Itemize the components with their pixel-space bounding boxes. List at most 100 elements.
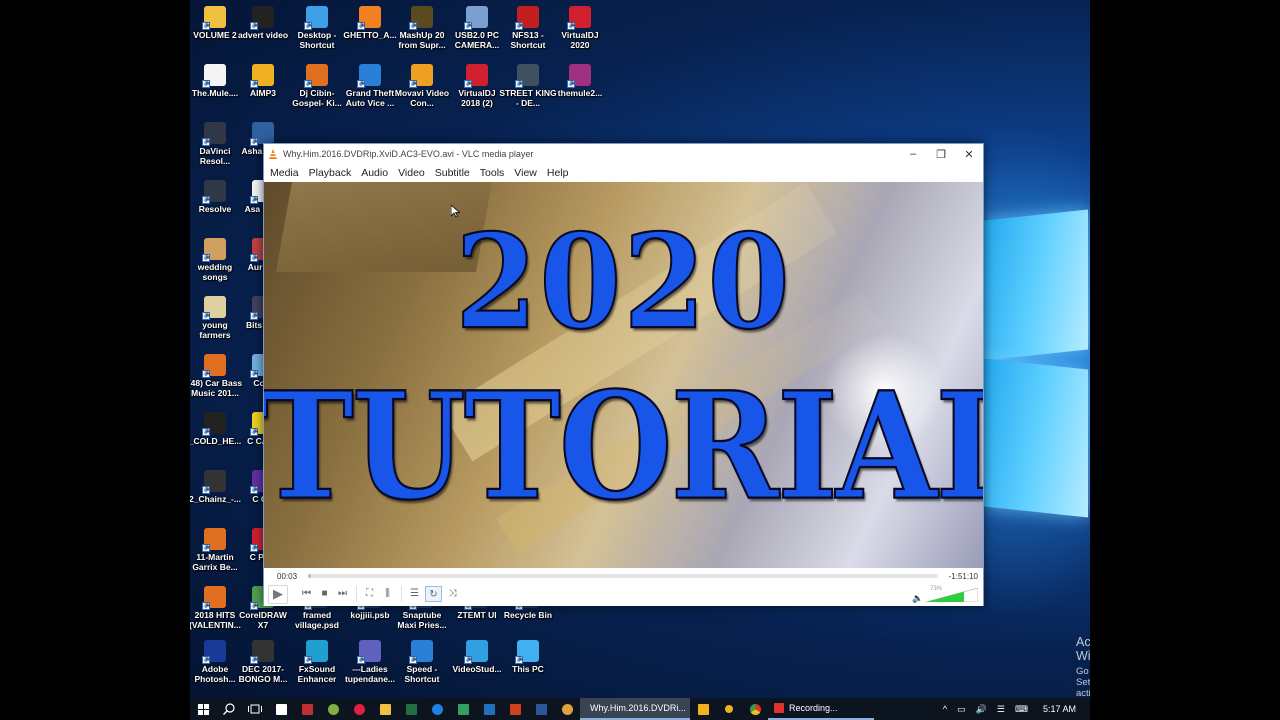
desktop-icon[interactable]: ↗ This PC	[499, 640, 557, 674]
shortcut-arrow-icon: ↗	[357, 80, 365, 88]
time-remaining[interactable]: -1:51:10	[949, 572, 978, 581]
desktop-icon[interactable]: ↗ AIMP3	[234, 64, 292, 98]
taskbar-aimp[interactable]	[716, 698, 742, 720]
taskbar-app-paw[interactable]	[554, 698, 580, 720]
vlc-window[interactable]: Why.Him.2016.DVDRip.XviD.AC3-EVO.avi - V…	[263, 143, 984, 606]
extended-settings-button[interactable]: ⫼	[379, 586, 396, 602]
desktop-icon-image: ↗	[202, 412, 226, 436]
system-tray: ^ ▭ 🔊 ☰ ⌨ 5:17 AM	[938, 704, 1090, 715]
menu-help[interactable]: Help	[543, 167, 575, 179]
title-bar[interactable]: Why.Him.2016.DVDRip.XviD.AC3-EVO.avi - V…	[264, 144, 983, 164]
desktop-icon-image: ↗	[250, 6, 274, 30]
taskbar-app-target[interactable]	[346, 698, 372, 720]
desktop-icon-label: Recycle Bin	[503, 610, 553, 620]
desktop-icon[interactable]: ↗ themule2...	[551, 64, 609, 98]
overlay-text-tutorial: TUTORIAL	[264, 360, 983, 535]
start-button[interactable]	[190, 698, 216, 720]
menu-playback[interactable]: Playback	[305, 167, 358, 179]
taskbar-window-label: Recording...	[789, 703, 838, 713]
taskbar-word[interactable]	[528, 698, 554, 720]
taskbar-edge[interactable]	[424, 698, 450, 720]
shortcut-arrow-icon: ↗	[409, 80, 417, 88]
volume-icon[interactable]: 🔊	[971, 704, 992, 715]
desktop-icon-image: ↗	[202, 122, 226, 146]
clock[interactable]: 5:17 AM	[1033, 704, 1090, 714]
taskbar-window-recording[interactable]: Recording...	[768, 698, 874, 720]
desktop-icon[interactable]: ↗ DEC 2017- BONGO M...	[234, 640, 292, 684]
action-center-icon[interactable]: ☰	[992, 704, 1010, 715]
menu-bar: Media Playback Audio Video Subtitle Tool…	[264, 164, 983, 181]
restore-button[interactable]: ❐	[927, 148, 955, 161]
fullscreen-button[interactable]: ⛶	[361, 586, 378, 602]
desktop-icon[interactable]: ↗ Grand Theft Auto Vice ...	[341, 64, 399, 108]
menu-video[interactable]: Video	[394, 167, 431, 179]
desktop-icon[interactable]: ↗ Speed - Shortcut	[393, 640, 451, 684]
show-hidden-icons-chevron[interactable]: ^	[938, 704, 952, 714]
taskbar-outlook[interactable]	[476, 698, 502, 720]
shortcut-arrow-icon: ↗	[567, 22, 575, 30]
close-button[interactable]: ✕	[955, 148, 983, 161]
taskbar-file-explorer[interactable]	[372, 698, 398, 720]
desktop-icon-image: ↗	[464, 6, 488, 30]
desktop-icon[interactable]: ↗ MashUp 20 from Supr...	[393, 6, 451, 50]
taskbar-files-app[interactable]	[690, 698, 716, 720]
shortcut-arrow-icon: ↗	[515, 656, 523, 664]
taskbar-chrome[interactable]	[742, 698, 768, 720]
desktop-icon-image: ↗	[304, 64, 328, 88]
menu-subtitle[interactable]: Subtitle	[431, 167, 476, 179]
video-display[interactable]: 2020 TUTORIAL	[264, 182, 983, 568]
desktop-icon-label: MashUp 20 from Supr...	[398, 30, 446, 50]
desktop-icon[interactable]: ↗ Dj Cibin- Gospel- Ki...	[288, 64, 346, 108]
desktop-icon-image: ↗	[357, 6, 381, 30]
desktop-icon[interactable]: ↗ STREET KING - DE...	[499, 64, 557, 108]
menu-audio[interactable]: Audio	[357, 167, 394, 179]
menu-media[interactable]: Media	[266, 167, 305, 179]
desktop-icon[interactable]: ↗ FxSound Enhancer	[288, 640, 346, 684]
menu-tools[interactable]: Tools	[476, 167, 511, 179]
desktop-icon[interactable]: ↗ Desktop - Shortcut	[288, 6, 346, 50]
recorder-icon	[774, 703, 784, 713]
next-button[interactable]: ⏭	[334, 586, 351, 602]
desktop-icon[interactable]: ↗ Movavi Video Con...	[393, 64, 451, 108]
shortcut-arrow-icon: ↗	[409, 656, 417, 664]
network-icon[interactable]: ▭	[952, 704, 971, 715]
play-button[interactable]: ▶	[268, 585, 288, 604]
taskbar-app-green[interactable]	[320, 698, 346, 720]
desktop-icon[interactable]: ↗ VirtualDJ 2020	[551, 6, 609, 50]
desktop-icon[interactable]: ↗ GHETTO_A...	[341, 6, 399, 40]
desktop-icon[interactable]: ↗ USB2.0 PC CAMERA...	[448, 6, 506, 50]
desktop-icon[interactable]: ↗ advert video	[234, 6, 292, 40]
shortcut-arrow-icon: ↗	[304, 80, 312, 88]
shortcut-arrow-icon: ↗	[202, 656, 210, 664]
task-view-button[interactable]	[242, 698, 268, 720]
menu-view[interactable]: View	[510, 167, 543, 179]
taskbar-app-access[interactable]	[294, 698, 320, 720]
taskbar-powerpoint[interactable]	[502, 698, 528, 720]
desktop-icon[interactable]: ↗ VirtualDJ 2018 (2)	[448, 64, 506, 108]
desktop-icon[interactable]: ↗ ---Ladies tupendane...	[341, 640, 399, 684]
desktop-icon-label: FxSound Enhancer	[297, 664, 337, 684]
taskbar-excel[interactable]	[398, 698, 424, 720]
search-button[interactable]	[216, 698, 242, 720]
shuffle-button[interactable]: ⤨	[444, 586, 461, 602]
volume-percent: 73%	[930, 586, 943, 592]
stop-button[interactable]: ■	[316, 586, 333, 602]
desktop-icon-image: ↗	[464, 64, 488, 88]
taskbar-window-vlc[interactable]: Why.Him.2016.DVDRi...	[580, 698, 690, 720]
desktop-icon[interactable]: ↗ NFS13 - Shortcut	[499, 6, 557, 50]
speaker-icon[interactable]: 🔈	[912, 593, 923, 604]
playlist-button[interactable]: ☰	[406, 586, 423, 602]
seek-progress	[308, 574, 312, 578]
taskbar-project[interactable]	[450, 698, 476, 720]
touch-keyboard-icon[interactable]: ⌨	[1010, 704, 1033, 715]
taskbar-app-store[interactable]	[268, 698, 294, 720]
shortcut-arrow-icon: ↗	[250, 80, 258, 88]
shortcut-arrow-icon: ↗	[250, 428, 258, 436]
previous-button[interactable]: ⏮	[298, 586, 315, 602]
desktop-icon-image: ↗	[202, 354, 226, 378]
seek-slider[interactable]	[308, 574, 938, 578]
search-icon	[223, 703, 235, 715]
desktop-icon[interactable]: ↗ VideoStud...	[448, 640, 506, 674]
minimize-button[interactable]: –	[899, 148, 927, 160]
loop-button[interactable]: ↻	[425, 586, 442, 602]
